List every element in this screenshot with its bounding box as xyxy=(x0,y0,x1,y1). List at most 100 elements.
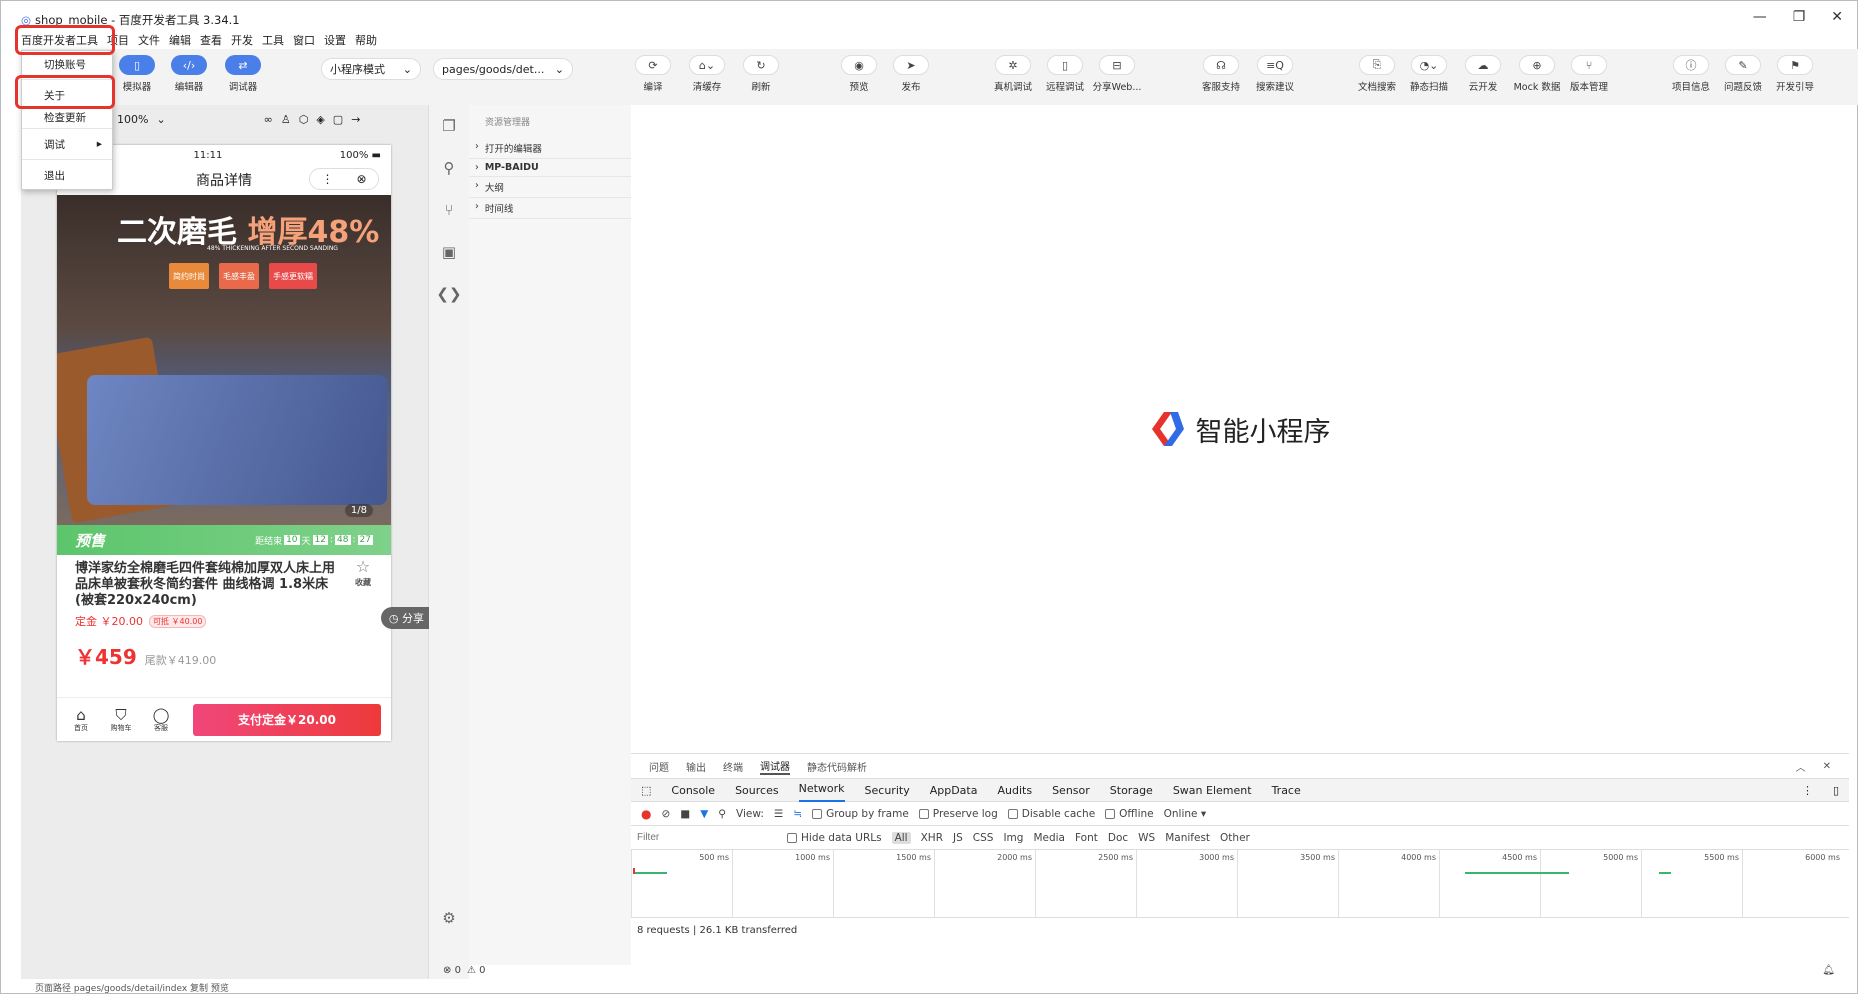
record-icon[interactable]: ● xyxy=(641,807,651,821)
tab-terminal[interactable]: 终端 xyxy=(723,759,743,774)
menu-settings[interactable]: 设置 xyxy=(324,32,346,48)
search-icon[interactable]: ⚲ xyxy=(429,147,469,189)
swan-logo-icon[interactable]: ❮❯ xyxy=(429,273,469,315)
favorite-button[interactable]: ☆ 收藏 xyxy=(355,559,371,591)
list-view-icon[interactable]: ☰ xyxy=(774,808,783,820)
more-vert-icon[interactable]: ⋮ xyxy=(1802,784,1813,797)
arrow-right-icon[interactable]: → xyxy=(351,113,360,126)
bell-icon[interactable]: 🔔︎ xyxy=(1822,965,1835,976)
group-by-frame-checkbox[interactable]: Group by frame xyxy=(812,808,909,820)
menu-tools[interactable]: 工具 xyxy=(262,32,284,48)
filter-input[interactable] xyxy=(637,828,777,847)
cube-icon[interactable]: ⬡ xyxy=(299,113,309,126)
device-debug-button[interactable]: ✲ 真机调试 xyxy=(985,55,1041,93)
menu-file[interactable]: 文件 xyxy=(138,32,160,48)
section-outline[interactable]: › 大纲 xyxy=(469,177,631,198)
menu-view[interactable]: 查看 xyxy=(200,32,222,48)
cloud-dev-button[interactable]: ☁ 云开发 xyxy=(1455,55,1511,93)
menu-window[interactable]: 窗口 xyxy=(293,32,315,48)
tab-security[interactable]: Security xyxy=(865,784,910,797)
type-doc[interactable]: Doc xyxy=(1108,832,1128,844)
error-count[interactable]: ⊗ 0 xyxy=(443,965,461,976)
type-img[interactable]: Img xyxy=(1003,832,1023,844)
dev-guide-button[interactable]: ⚑ 开发引导 xyxy=(1767,55,1823,93)
type-media[interactable]: Media xyxy=(1033,832,1065,844)
tab-trace[interactable]: Trace xyxy=(1272,784,1301,797)
editor-toggle[interactable]: ‹/› 编辑器 xyxy=(161,55,217,93)
offline-checkbox[interactable]: Offline xyxy=(1105,808,1154,820)
tab-swan-element[interactable]: Swan Element xyxy=(1173,784,1252,797)
more-icon[interactable]: ⋮ xyxy=(321,172,333,186)
settings-gear-icon[interactable]: ⚙ xyxy=(429,897,469,939)
simulator-toggle[interactable]: ▯ 模拟器 xyxy=(109,55,165,93)
type-font[interactable]: Font xyxy=(1075,832,1098,844)
mode-select[interactable]: 小程序模式 ⌄ xyxy=(321,58,421,80)
menu-edit[interactable]: 编辑 xyxy=(169,32,191,48)
compile-button[interactable]: ⟳ 编译 xyxy=(625,55,681,93)
waterfall-icon[interactable]: ≒ xyxy=(793,808,802,820)
tab-storage[interactable]: Storage xyxy=(1110,784,1153,797)
capsule-button[interactable]: ⋮ ⊗ xyxy=(309,168,379,190)
menu-develop[interactable]: 开发 xyxy=(231,32,253,48)
home-tab[interactable]: ⌂ 首页 xyxy=(67,707,95,733)
menu-debug[interactable]: 调试 ▸ xyxy=(22,131,112,157)
menu-check-update[interactable]: 检查更新 xyxy=(22,108,112,126)
path-select[interactable]: pages/goods/det... ⌄ xyxy=(433,58,573,80)
warning-count[interactable]: ⚠ 0 xyxy=(467,965,486,976)
pay-deposit-button[interactable]: 支付定金￥20.00 xyxy=(193,703,381,736)
user-icon[interactable]: ♙ xyxy=(281,113,291,126)
remote-debug-button[interactable]: ▯ 远程调试 xyxy=(1037,55,1093,93)
close-panel-icon[interactable]: ✕ xyxy=(1823,761,1831,772)
tab-sensor[interactable]: Sensor xyxy=(1052,784,1090,797)
filter-icon[interactable]: ▼ xyxy=(700,808,708,820)
preview-button[interactable]: ◉ 预览 xyxy=(831,55,887,93)
chevron-down-icon[interactable]: ⌄ xyxy=(156,113,165,126)
product-image[interactable]: 二次磨毛 增厚48% 48% THICKENING AFTER SECOND S… xyxy=(57,195,391,525)
menu-help[interactable]: 帮助 xyxy=(355,32,377,48)
clear-icon[interactable]: ⊘ xyxy=(661,808,670,820)
network-timeline[interactable]: 500 ms 1000 ms 1500 ms 2000 ms 2500 ms 3… xyxy=(631,850,1849,918)
close-button[interactable]: ✕ xyxy=(1831,9,1843,25)
dock-icon[interactable]: ▯ xyxy=(1833,784,1839,797)
files-icon[interactable]: ❐ xyxy=(429,105,469,147)
tab-sources[interactable]: Sources xyxy=(735,784,779,797)
type-css[interactable]: CSS xyxy=(973,832,994,844)
feedback-button[interactable]: ✎ 问题反馈 xyxy=(1715,55,1771,93)
source-control-icon[interactable]: ⑂ xyxy=(429,189,469,231)
service-tab[interactable]: ◯ 客服 xyxy=(147,707,175,733)
tab-network[interactable]: Network xyxy=(798,778,845,802)
share-web-button[interactable]: ⊟ 分享Web... xyxy=(1089,55,1145,93)
refresh-button[interactable]: ↻ 刷新 xyxy=(733,55,789,93)
maximize-button[interactable]: ❐ xyxy=(1793,9,1806,25)
preserve-log-checkbox[interactable]: Preserve log xyxy=(918,808,998,820)
cart-tab[interactable]: ⛉ 购物车 xyxy=(107,707,135,733)
zoom-select[interactable]: 100% xyxy=(117,113,148,126)
menu-quit[interactable]: 退出 xyxy=(22,162,112,188)
camera-icon[interactable]: ■ xyxy=(680,808,690,820)
disable-cache-checkbox[interactable]: Disable cache xyxy=(1007,808,1095,820)
type-other[interactable]: Other xyxy=(1220,832,1250,844)
tab-audits[interactable]: Audits xyxy=(997,784,1032,797)
close-circle-icon[interactable]: ⊗ xyxy=(356,172,366,186)
search-icon[interactable]: ⚲ xyxy=(718,808,726,820)
search-suggest-button[interactable]: ≡Q 搜索建议 xyxy=(1247,55,1303,93)
inspect-icon[interactable]: ⬚ xyxy=(641,784,651,797)
throttle-select[interactable]: Online ▾ xyxy=(1164,808,1207,820)
tab-console[interactable]: Console xyxy=(671,784,715,797)
section-open-editors[interactable]: › 打开的编辑器 xyxy=(469,138,631,159)
section-timeline[interactable]: › 时间线 xyxy=(469,198,631,219)
tab-output[interactable]: 输出 xyxy=(686,759,706,774)
rotate-icon[interactable]: ▢ xyxy=(333,113,343,126)
project-info-button[interactable]: ⓘ 项目信息 xyxy=(1663,55,1719,93)
link-icon[interactable]: ∞ xyxy=(264,113,273,126)
section-project[interactable]: › MP-BAIDU xyxy=(469,159,631,177)
type-all[interactable]: All xyxy=(891,831,911,844)
tab-static-analysis[interactable]: 静态代码解析 xyxy=(807,759,867,774)
support-button[interactable]: ☊ 客服支持 xyxy=(1193,55,1249,93)
publish-button[interactable]: ➤ 发布 xyxy=(883,55,939,93)
clear-cache-button[interactable]: ⌂⌄ 清缓存 xyxy=(679,55,735,93)
tab-problems[interactable]: 问题 xyxy=(649,759,669,774)
tab-appdata[interactable]: AppData xyxy=(930,784,978,797)
sound-icon[interactable]: ◈ xyxy=(316,113,324,126)
tab-debugger[interactable]: 调试器 xyxy=(760,758,790,775)
